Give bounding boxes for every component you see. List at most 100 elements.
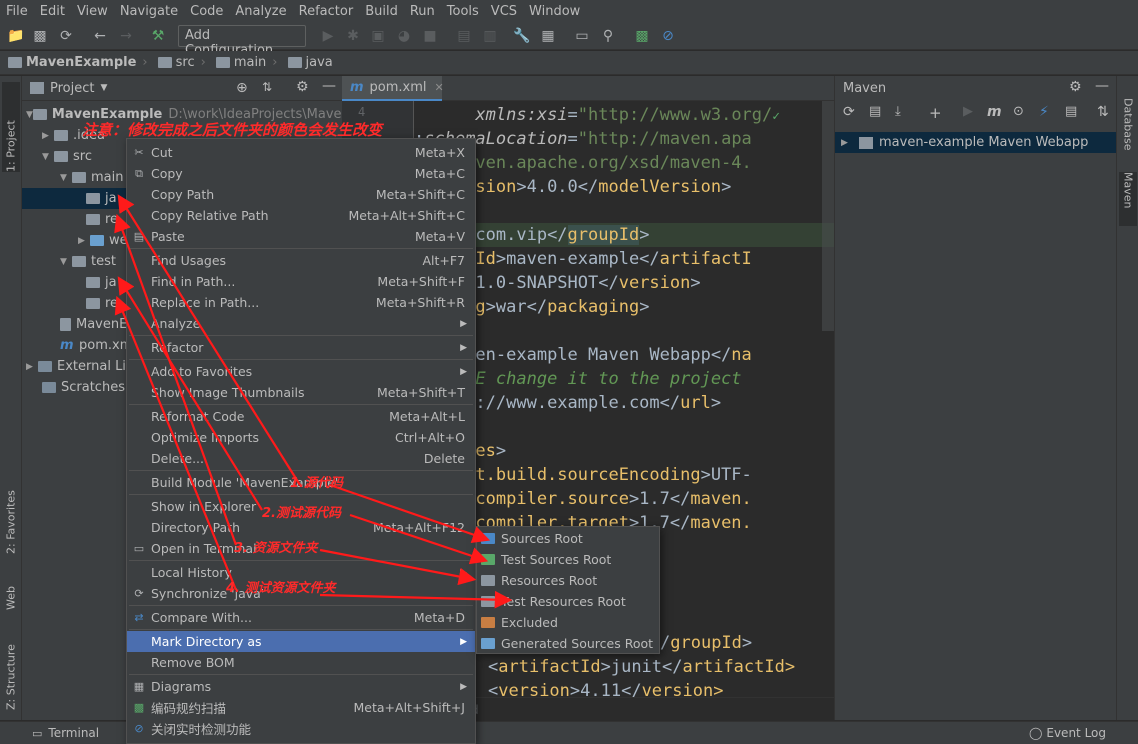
menu-item-copy-relative-path[interactable]: Copy Relative Path Meta+Alt+Shift+C bbox=[127, 205, 475, 226]
project-structure-icon[interactable]: ▦ bbox=[540, 28, 556, 44]
save-icon[interactable]: ▩ bbox=[32, 28, 48, 44]
open-folder-icon[interactable]: 📁 bbox=[7, 28, 24, 44]
terminal-tab[interactable]: Terminal bbox=[48, 726, 99, 740]
menu-edit[interactable]: Edit bbox=[34, 4, 71, 19]
menu-item-optimize-imports[interactable]: Optimize Imports Ctrl+Alt+O bbox=[127, 427, 475, 448]
submenu-item-test-sources-root[interactable]: Test Sources Root bbox=[477, 549, 659, 570]
skip-tests-icon[interactable]: ⚡ bbox=[1039, 104, 1049, 120]
navigation-breadcrumb: MavenExample › src › main › java bbox=[0, 51, 1138, 75]
crumb-src[interactable]: src › bbox=[157, 55, 212, 70]
menu-refactor[interactable]: Refactor bbox=[293, 4, 360, 19]
tab-web[interactable]: Web bbox=[2, 570, 20, 610]
gear-icon[interactable]: ⚙ bbox=[1069, 79, 1082, 95]
menu-item-find-usages[interactable]: Find Usages Alt+F7 bbox=[127, 250, 475, 271]
minimize-icon[interactable]: — bbox=[322, 78, 336, 94]
menu-item-compare-with[interactable]: ⇄ Compare With... Meta+D bbox=[127, 607, 475, 628]
menu-item-cut[interactable]: ✂ Cut Meta+X bbox=[127, 142, 475, 163]
show-dependencies-icon[interactable]: ▤ bbox=[1065, 104, 1077, 119]
menu-window[interactable]: Window bbox=[523, 4, 586, 19]
menu-item-code-scan[interactable]: ▩ 编码规约扫描 Meta+Alt+Shift+J bbox=[127, 697, 475, 718]
editor-scrollbar[interactable] bbox=[822, 101, 834, 331]
no-entry-icon[interactable]: ⊘ bbox=[660, 28, 676, 44]
menu-item-find-in-path[interactable]: Find in Path... Meta+Shift+F bbox=[127, 271, 475, 292]
menu-item-analyze[interactable]: Analyze ▶ bbox=[127, 313, 475, 334]
maven-project-item[interactable]: ▶ maven-example Maven Webapp bbox=[835, 132, 1117, 153]
project-panel-title[interactable]: Project bbox=[50, 81, 94, 96]
forward-icon[interactable]: → bbox=[118, 28, 134, 44]
code-line: /groupId> bbox=[660, 633, 753, 653]
menu-item-delete[interactable]: Delete... Delete bbox=[127, 448, 475, 469]
debug-icon[interactable]: ✱ bbox=[345, 28, 361, 44]
stop-icon[interactable]: ■ bbox=[422, 28, 438, 44]
download-icon[interactable]: ⤓ bbox=[895, 104, 901, 119]
menu-item-mark-directory-as[interactable]: Mark Directory as ▶ bbox=[127, 631, 475, 652]
no-entry-icon: ⊘ bbox=[134, 722, 144, 735]
coverage-icon[interactable]: ▣ bbox=[370, 28, 386, 44]
menu-file[interactable]: File bbox=[0, 4, 34, 19]
vcs-update-icon[interactable]: ▤ bbox=[456, 28, 472, 44]
submenu-item-test-resources-root[interactable]: Test Resources Root bbox=[477, 591, 659, 612]
run-icon[interactable]: ▶ bbox=[963, 104, 973, 119]
submenu-item-excluded[interactable]: Excluded bbox=[477, 612, 659, 633]
close-icon[interactable]: ✕ bbox=[435, 81, 444, 94]
minimize-icon[interactable]: — bbox=[1095, 78, 1109, 94]
menu-item-remove-bom[interactable]: Remove BOM bbox=[127, 652, 475, 673]
menu-view[interactable]: View bbox=[71, 4, 114, 19]
crumb-java[interactable]: java bbox=[287, 55, 333, 70]
menu-item-copy[interactable]: ⧉ Copy Meta+C bbox=[127, 163, 475, 184]
event-log-icon: ◯ bbox=[1028, 726, 1043, 740]
crumb-project[interactable]: MavenExample › bbox=[8, 55, 154, 70]
annotation-label: 1.源代码 bbox=[290, 476, 343, 491]
build-hammer-icon[interactable]: ⚒ bbox=[150, 28, 166, 44]
submenu-item-sources-root[interactable]: Sources Root bbox=[477, 528, 659, 549]
generate-sources-icon[interactable]: ▤ bbox=[869, 104, 881, 119]
activity-monitor-icon[interactable]: ▩ bbox=[634, 28, 650, 44]
run-icon[interactable]: ▶ bbox=[320, 28, 336, 44]
add-configuration-button[interactable]: Add Configuration... bbox=[178, 25, 306, 58]
annotation-label: 2.测试源代码 bbox=[262, 506, 341, 521]
collapse-icon[interactable]: ⇅ bbox=[262, 80, 272, 94]
menu-navigate[interactable]: Navigate bbox=[114, 4, 184, 19]
tab-pom-xml[interactable]: m pom.xml ✕ bbox=[342, 76, 444, 101]
menu-item-refactor[interactable]: Refactor ▶ bbox=[127, 337, 475, 358]
event-log-tab[interactable]: Event Log bbox=[1046, 726, 1106, 740]
submenu-item-resources-root[interactable]: Resources Root bbox=[477, 570, 659, 591]
menu-analyze[interactable]: Analyze bbox=[229, 4, 292, 19]
tab-maven[interactable]: Maven bbox=[1119, 172, 1137, 226]
add-icon[interactable]: + bbox=[929, 104, 942, 122]
chevron-down-icon[interactable]: ▼ bbox=[100, 83, 107, 93]
maven-goal-icon[interactable]: m bbox=[987, 104, 1002, 120]
locate-icon[interactable]: ⊕ bbox=[236, 80, 248, 96]
back-icon[interactable]: ← bbox=[92, 28, 108, 44]
search-icon[interactable]: ⚲ bbox=[600, 28, 616, 44]
menu-tools[interactable]: Tools bbox=[441, 4, 485, 19]
tab-database[interactable]: Database bbox=[1119, 98, 1137, 170]
profile-icon[interactable]: ◕ bbox=[396, 28, 412, 44]
tab-project[interactable]: 1: Project bbox=[2, 82, 20, 172]
menu-item-add-to-favorites[interactable]: Add to Favorites ▶ bbox=[127, 361, 475, 382]
menu-item-disable-realtime-check[interactable]: ⊘ 关闭实时检测功能 bbox=[127, 718, 475, 739]
crumb-main[interactable]: main › bbox=[215, 55, 284, 70]
menu-item-diagrams[interactable]: ▦ Diagrams ▶ bbox=[127, 676, 475, 697]
sync-icon[interactable]: ⟳ bbox=[58, 28, 74, 44]
collapse-icon[interactable]: ⇅ bbox=[1097, 104, 1109, 120]
menu-run[interactable]: Run bbox=[404, 4, 441, 19]
sync-icon: ⟳ bbox=[134, 587, 144, 600]
tab-structure[interactable]: Z: Structure bbox=[2, 630, 20, 710]
menu-item-copy-path[interactable]: Copy Path Meta+Shift+C bbox=[127, 184, 475, 205]
reload-icon[interactable]: ⟳ bbox=[843, 104, 855, 120]
menu-build[interactable]: Build bbox=[359, 4, 404, 19]
menu-code[interactable]: Code bbox=[184, 4, 229, 19]
tab-favorites[interactable]: 2: Favorites bbox=[2, 474, 20, 554]
menu-item-reformat-code[interactable]: Reformat Code Meta+Alt+L bbox=[127, 406, 475, 427]
toggle-offline-icon[interactable]: ⊙ bbox=[1013, 104, 1024, 119]
menu-item-show-image-thumbnails[interactable]: Show Image Thumbnails Meta+Shift+T bbox=[127, 382, 475, 403]
gear-icon[interactable]: ⚙ bbox=[296, 79, 309, 95]
terminal-icon[interactable]: ▭ bbox=[574, 28, 590, 44]
submenu-item-generated-sources-root[interactable]: Generated Sources Root bbox=[477, 633, 659, 654]
menu-vcs[interactable]: VCS bbox=[485, 4, 523, 19]
menu-item-paste[interactable]: ▤ Paste Meta+V bbox=[127, 226, 475, 247]
menu-item-replace-in-path[interactable]: Replace in Path... Meta+Shift+R bbox=[127, 292, 475, 313]
settings-wrench-icon[interactable]: 🔧 bbox=[513, 28, 530, 44]
vcs-commit-icon[interactable]: ▥ bbox=[482, 28, 498, 44]
